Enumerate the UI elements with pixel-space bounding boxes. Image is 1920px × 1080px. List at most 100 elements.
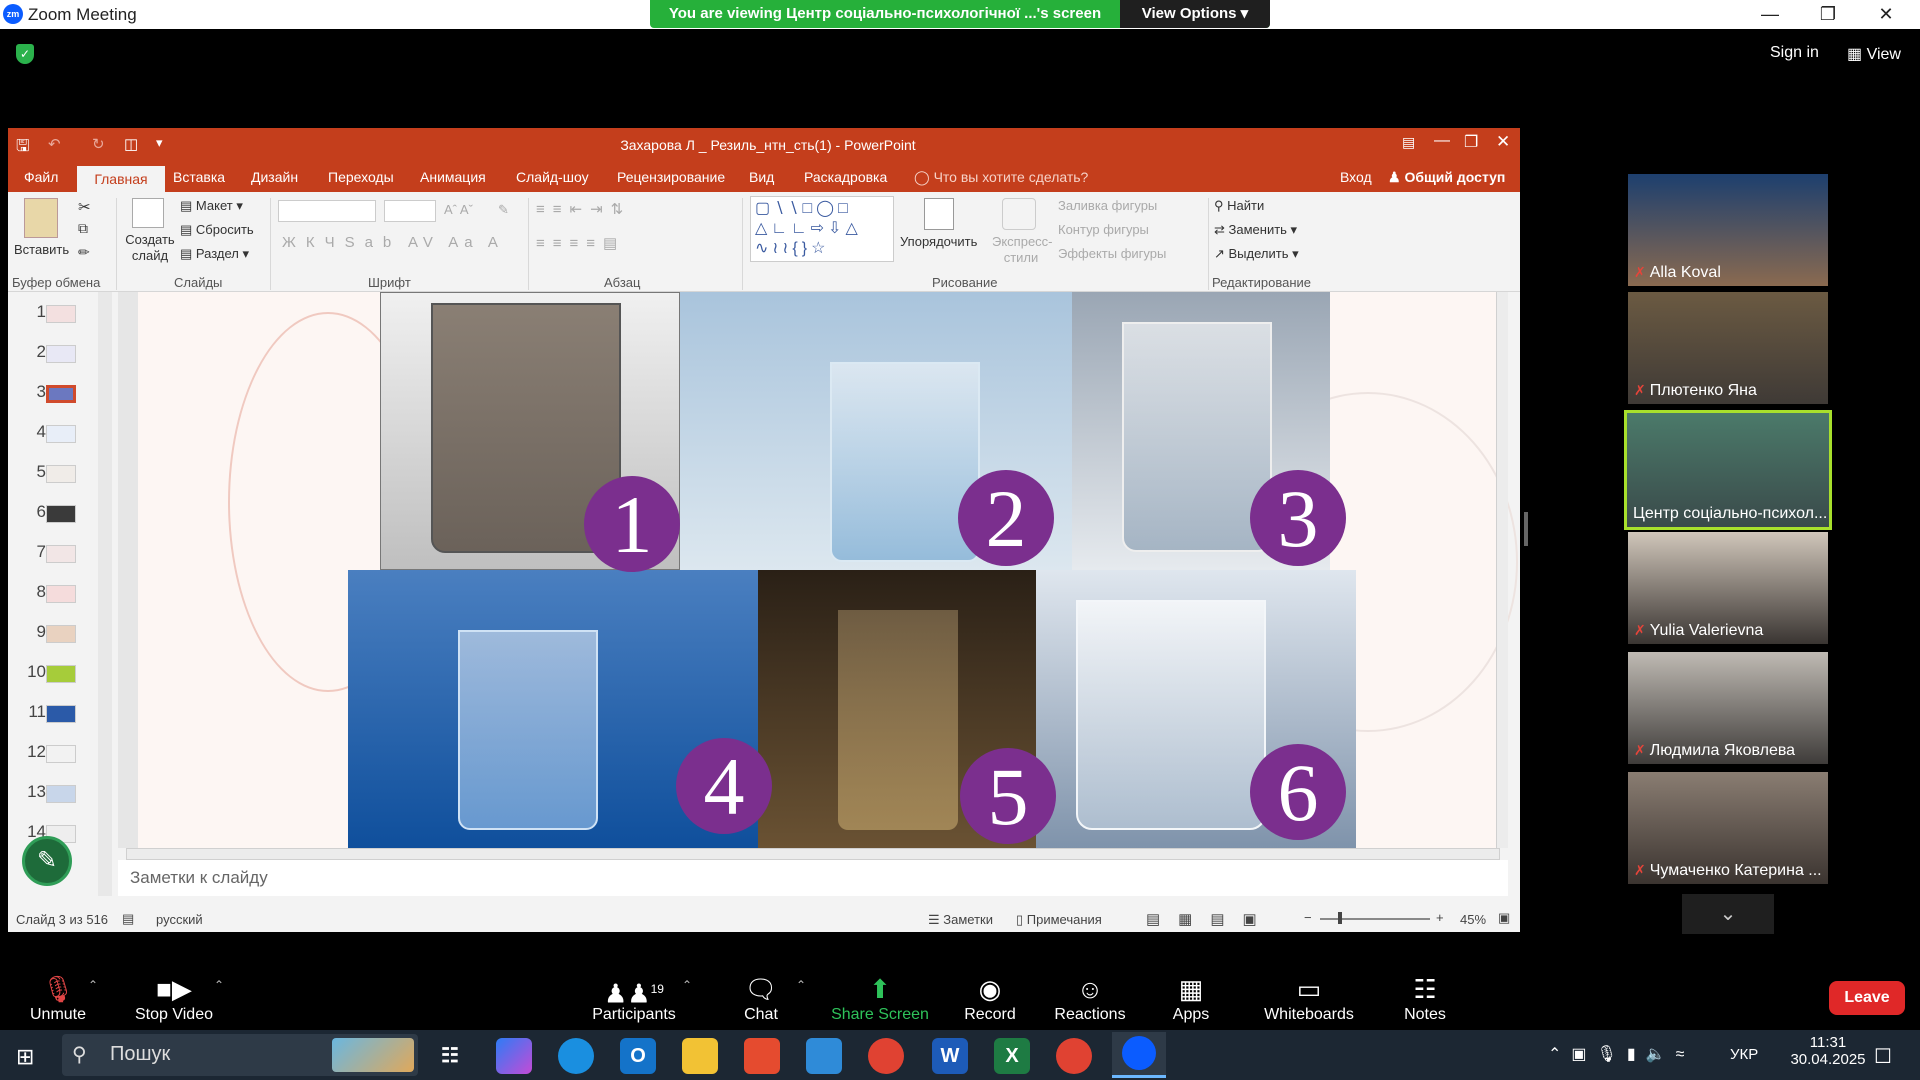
taskbar-search[interactable]: ⚲ Пошук [62, 1034, 418, 1076]
slide-thumbnail[interactable] [46, 785, 76, 803]
zoom-taskbar-item[interactable] [1112, 1032, 1166, 1078]
slide-thumbnail[interactable] [46, 625, 76, 643]
list-buttons[interactable]: ≡≡⇤⇥⇅ [536, 200, 631, 218]
quick-styles-icon[interactable] [1002, 198, 1036, 230]
slide-thumbnail[interactable] [46, 305, 76, 323]
unmute-button[interactable]: 🎙 Unmute [22, 972, 94, 1024]
participant-tile[interactable]: ✗ Чумаченко Катерина ... [1628, 772, 1828, 884]
share-button[interactable]: ♟ Общий доступ [1388, 169, 1505, 186]
zoom-level[interactable]: 45% [1460, 912, 1486, 927]
slide-horizontal-scrollbar[interactable] [126, 848, 1500, 860]
audio-options-caret[interactable]: ⌃ [88, 978, 98, 992]
zoom-slider-thumb[interactable] [1338, 912, 1342, 924]
replace-button[interactable]: ⇄ Заменить ▾ [1214, 222, 1297, 238]
tab-file[interactable]: Файл [24, 169, 58, 185]
slide-thumbnail[interactable] [46, 745, 76, 763]
ppt-minimize-icon[interactable]: — [1434, 132, 1450, 150]
spellcheck-icon[interactable]: ▤ [122, 911, 134, 927]
comments-toggle[interactable]: ▯ Примечания [1016, 912, 1102, 928]
tab-review[interactable]: Рецензирование [617, 169, 725, 185]
system-tray-icons[interactable]: ⌃▣🎙▮🔈≈ [1548, 1044, 1694, 1064]
font-grow-shrink-icon[interactable]: Aˆ Aˇ [444, 202, 473, 217]
paste-button[interactable]: Вставить [14, 242, 69, 257]
view-mode-buttons[interactable]: ▤▦▤▣ [1146, 910, 1275, 928]
slide-thumbnail[interactable] [46, 705, 76, 723]
edge-icon[interactable] [558, 1038, 594, 1074]
participant-tile[interactable]: ✗ Плютенко Яна [1628, 292, 1828, 404]
zoom-in-icon[interactable]: + [1436, 910, 1444, 925]
tab-home[interactable]: Главная [77, 166, 165, 192]
chat-button[interactable]: 🗨 Chat [726, 972, 796, 1024]
slide-thumbnail[interactable] [46, 425, 76, 443]
undo-icon[interactable]: ↶ [48, 135, 61, 153]
snipping-tool-icon[interactable] [806, 1038, 842, 1074]
panel-resize-handle[interactable] [1524, 512, 1528, 546]
tab-insert[interactable]: Вставка [173, 169, 225, 185]
participants-button[interactable]: ♟♟19 Participants [584, 972, 684, 1024]
view-button[interactable]: ▦ View [1847, 44, 1901, 64]
zoom-out-icon[interactable]: − [1304, 910, 1312, 925]
slide-thumbnail[interactable] [46, 545, 76, 563]
tab-animation[interactable]: Анимация [420, 169, 486, 185]
leave-button[interactable]: Leave [1829, 981, 1905, 1015]
quick-styles-button[interactable]: Экспресс-стили [992, 234, 1053, 266]
copy-icon[interactable]: ⧉ [78, 220, 88, 237]
participant-tile[interactable]: ✗ Yulia Valerievna [1628, 532, 1828, 644]
sign-in-link[interactable]: Sign in [1770, 44, 1819, 62]
shape-effects-button[interactable]: Эффекты фигуры [1058, 246, 1166, 261]
clear-format-icon[interactable]: ✎ [498, 202, 509, 218]
redo-icon[interactable]: ↻ [92, 135, 105, 153]
chevron-down-icon[interactable]: ⌄ [1682, 894, 1774, 934]
format-painter-icon[interactable]: ✏ [78, 244, 90, 261]
annotate-pen-icon[interactable]: ✎ [22, 836, 72, 886]
view-options-button[interactable]: View Options ▾ [1120, 0, 1270, 28]
slide-thumbnail-selected[interactable] [46, 385, 76, 403]
fit-slide-icon[interactable]: ▣ [1498, 910, 1510, 926]
tab-view[interactable]: Вид [749, 169, 774, 185]
store-icon[interactable] [744, 1038, 780, 1074]
whiteboards-button[interactable]: ▭ Whiteboards [1254, 972, 1364, 1024]
customize-qat-icon[interactable]: ▾ [156, 135, 163, 151]
language-indicator[interactable]: русский [156, 912, 203, 927]
video-options-caret[interactable]: ⌃ [214, 978, 224, 992]
thumbnail-scrollbar[interactable] [98, 292, 112, 896]
font-color-buttons[interactable]: AV Aa A [408, 234, 504, 251]
slide-thumbnail[interactable] [46, 665, 76, 683]
slide-thumbnail[interactable] [46, 505, 76, 523]
font-name-box[interactable] [278, 200, 376, 222]
arrange-button[interactable]: Упорядочить [900, 234, 977, 249]
new-slide-button[interactable]: Создать слайд [124, 232, 176, 264]
participant-tile-active-speaker[interactable]: Центр соціально-психол... [1624, 410, 1832, 530]
notes-pane[interactable]: Заметки к слайду [118, 860, 1508, 896]
tell-me-box[interactable]: ◯ Что вы хотите сделать? [914, 169, 1088, 186]
font-size-box[interactable] [384, 200, 436, 222]
record-button[interactable]: ◉ Record [958, 972, 1022, 1024]
participants-caret[interactable]: ⌃ [682, 978, 692, 992]
windows-start-icon[interactable]: ⊞ [16, 1044, 34, 1070]
task-view-icon[interactable]: ☷ [432, 1038, 468, 1074]
apps-button[interactable]: ▦ Apps [1166, 972, 1216, 1024]
shape-fill-button[interactable]: Заливка фигуры [1058, 198, 1157, 213]
ribbon-display-icon[interactable]: ▤ [1402, 134, 1415, 151]
close-icon[interactable]: ✕ [1868, 2, 1904, 26]
font-style-buttons[interactable]: ЖКЧSab [282, 234, 401, 251]
find-button[interactable]: ⚲ Найти [1214, 198, 1264, 214]
arrange-icon[interactable] [924, 198, 954, 230]
slide-thumbnail[interactable] [46, 585, 76, 603]
notifications-icon[interactable]: ☐ [1874, 1044, 1892, 1069]
new-slide-icon[interactable] [132, 198, 164, 228]
align-buttons[interactable]: ≡≡≡≡▤ [536, 234, 625, 252]
excel-icon[interactable]: X [994, 1038, 1030, 1074]
chrome-icon[interactable] [868, 1038, 904, 1074]
share-screen-button[interactable]: ⬆ Share Screen [830, 972, 930, 1024]
cut-icon[interactable]: ✂ [78, 198, 91, 216]
layout-button[interactable]: ▤ Макет ▾ [180, 198, 243, 214]
shapes-gallery[interactable]: ▢∖∖□◯□ △∟∟⇨⇩△ ∿≀≀{}☆ [750, 196, 894, 262]
sign-in-ppt[interactable]: Вход [1340, 169, 1372, 185]
tab-slideshow[interactable]: Слайд-шоу [516, 169, 589, 185]
tab-storyboard[interactable]: Раскадровка [804, 169, 887, 185]
shape-outline-button[interactable]: Контур фигуры [1058, 222, 1149, 237]
file-explorer-icon[interactable] [682, 1038, 718, 1074]
restore-icon[interactable]: ❐ [1810, 2, 1846, 26]
input-language[interactable]: УКР [1730, 1046, 1758, 1063]
